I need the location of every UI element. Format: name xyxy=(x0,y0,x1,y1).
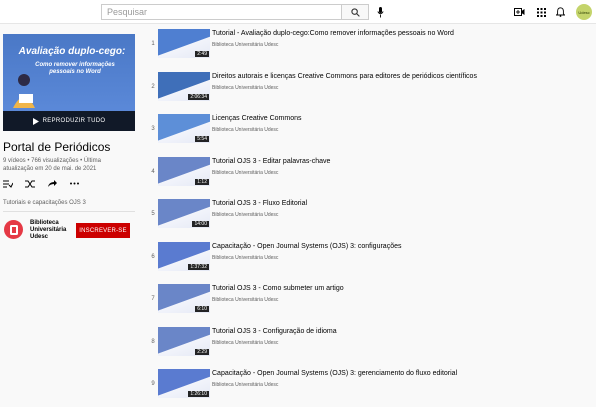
more-options-button[interactable] xyxy=(69,179,79,188)
shuffle-button[interactable] xyxy=(25,179,35,188)
video-duration: 1:37:32 xyxy=(188,263,209,270)
video-row[interactable]: 9 1:26:10 Capacitação - Open Journal Syste… xyxy=(145,365,596,407)
video-title[interactable]: Direitos autorais e licenças Creative Co… xyxy=(212,73,477,80)
video-index: 8 xyxy=(151,338,155,345)
video-title[interactable]: Capacitação - Open Journal Systems (OJS)… xyxy=(212,243,401,250)
video-index: 3 xyxy=(151,126,155,132)
search-icon xyxy=(350,7,360,17)
video-index: 9 xyxy=(151,381,155,387)
bell-icon xyxy=(555,7,565,17)
avatar-text: Udesc xyxy=(578,9,590,15)
video-row[interactable]: 7 6:10 Tutorial OJS 3 - Como submeter um a… xyxy=(145,280,596,322)
video-duration: 2:29 xyxy=(195,348,209,355)
video-thumbnail[interactable]: 1:12 xyxy=(158,156,210,186)
video-row[interactable]: 1 2:49 Tutorial - Avaliação duplo-cego:Com… xyxy=(145,25,596,67)
video-duration: 2:06:34 xyxy=(188,93,209,100)
search-box xyxy=(101,4,369,20)
share-icon xyxy=(47,179,57,187)
shuffle-icon xyxy=(25,180,35,187)
video-thumbnail[interactable]: 6:10 xyxy=(158,284,210,313)
notifications-button[interactable] xyxy=(554,6,566,18)
video-thumbnail[interactable]: 1:26:10 xyxy=(158,369,210,398)
video-duration: 2:49 xyxy=(195,51,209,57)
video-camera-icon xyxy=(513,8,524,16)
video-thumbnail[interactable]: 5:54 xyxy=(158,114,210,143)
video-index: 7 xyxy=(151,296,155,302)
playlist-description: Tutoriais e capacitações OJS 3 xyxy=(3,200,86,206)
video-thumbnail[interactable]: 2:06:34 xyxy=(158,71,210,101)
video-title[interactable]: Capacitação - Open Journal Systems (OJS)… xyxy=(212,370,457,377)
playlist-stats: 9 vídeos • 766 visualizações • Última at… xyxy=(3,158,101,172)
playlist-sidebar: Avaliação duplo-cego: Como remover infor… xyxy=(0,24,145,398)
subscribe-button[interactable]: INSCREVER-SE xyxy=(76,223,130,238)
microphone-icon xyxy=(376,6,384,17)
video-row[interactable]: 3 5:54 Licenças Creative Commons Biblioteca… xyxy=(145,110,596,152)
play-all-label: REPRODUZIR TUDO xyxy=(42,118,106,124)
playlist-actions xyxy=(3,179,79,188)
video-index: 2 xyxy=(151,83,155,90)
video-title[interactable]: Licenças Creative Commons xyxy=(212,115,301,122)
video-row[interactable]: 6 1:37:32 Capacitação - Open Journal Syste… xyxy=(145,238,596,280)
video-row[interactable]: 5 14:00 Tutorial OJS 3 - Fluxo Editorial Bi… xyxy=(145,195,596,237)
search-button[interactable] xyxy=(341,4,369,20)
voice-search-button[interactable] xyxy=(375,5,385,19)
video-channel[interactable]: Biblioteca Universitária Udesc xyxy=(212,42,278,48)
video-title[interactable]: Tutorial OJS 3 - Editar palavras-chave xyxy=(212,158,330,165)
account-avatar[interactable]: Udesc xyxy=(576,4,592,20)
video-thumbnail[interactable]: 2:29 xyxy=(158,326,210,356)
video-thumbnail[interactable]: 1:37:32 xyxy=(158,241,210,271)
video-channel[interactable]: Biblioteca Universitária Udesc xyxy=(212,85,278,91)
video-index: 6 xyxy=(151,253,155,260)
video-row[interactable]: 2 2:06:34 Direitos autorais e licenças Cre… xyxy=(145,68,596,110)
video-index: 4 xyxy=(151,168,155,175)
video-duration: 1:12 xyxy=(195,178,209,185)
library-logo-icon xyxy=(9,224,18,235)
person-illustration xyxy=(13,74,35,108)
video-title[interactable]: Tutorial OJS 3 - Como submeter um artigo xyxy=(212,285,344,292)
playlist-title: Portal de Periódicos xyxy=(3,140,111,154)
video-title[interactable]: Tutorial OJS 3 - Configuração de idioma xyxy=(212,328,337,335)
save-playlist-button[interactable] xyxy=(3,179,13,188)
play-icon xyxy=(32,117,39,125)
video-channel[interactable]: Biblioteca Universitária Udesc xyxy=(212,255,278,261)
video-duration: 14:00 xyxy=(192,221,209,227)
video-row[interactable]: 4 1:12 Tutorial OJS 3 - Editar palavras-ch… xyxy=(145,153,596,195)
video-channel[interactable]: Biblioteca Universitária Udesc xyxy=(212,170,278,176)
add-to-queue-icon xyxy=(3,180,13,188)
video-thumbnail[interactable]: 14:00 xyxy=(158,199,210,228)
video-title[interactable]: Tutorial - Avaliação duplo-cego:Como rem… xyxy=(212,30,454,37)
video-channel[interactable]: Biblioteca Universitária Udesc xyxy=(212,382,278,388)
video-channel[interactable]: Biblioteca Universitária Udesc xyxy=(212,340,278,346)
video-duration: 6:10 xyxy=(195,306,209,312)
share-button[interactable] xyxy=(47,179,57,188)
video-list: 1 2:49 Tutorial - Avaliação duplo-cego:Com… xyxy=(145,24,596,398)
playlist-cover[interactable]: Avaliação duplo-cego: Como remover infor… xyxy=(3,34,135,131)
apps-grid-icon xyxy=(536,7,546,17)
video-index: 5 xyxy=(151,211,155,217)
divider xyxy=(3,211,135,212)
cover-title: Avaliação duplo-cego: xyxy=(18,46,126,57)
video-duration: 5:54 xyxy=(195,136,209,142)
video-duration: 1:26:10 xyxy=(188,391,209,397)
top-bar: Udesc xyxy=(0,0,596,24)
channel-name[interactable]: Biblioteca Universitária Udesc xyxy=(30,220,72,241)
video-channel[interactable]: Biblioteca Universitária Udesc xyxy=(212,212,278,218)
create-video-button[interactable] xyxy=(513,6,525,18)
video-title[interactable]: Tutorial OJS 3 - Fluxo Editorial xyxy=(212,200,307,207)
video-channel[interactable]: Biblioteca Universitária Udesc xyxy=(212,127,278,133)
more-horizontal-icon xyxy=(69,182,79,185)
apps-button[interactable] xyxy=(535,6,547,18)
search-input[interactable] xyxy=(101,4,341,20)
video-channel[interactable]: Biblioteca Universitária Udesc xyxy=(212,297,278,303)
video-thumbnail[interactable]: 2:49 xyxy=(158,29,210,58)
cover-subtitle: Como remover informações pessoais no Wor… xyxy=(35,62,115,75)
channel-avatar[interactable] xyxy=(4,220,23,239)
play-all-button[interactable]: REPRODUZIR TUDO xyxy=(3,111,135,131)
video-index: 1 xyxy=(151,41,155,47)
video-row[interactable]: 8 2:29 Tutorial OJS 3 - Configuração de id… xyxy=(145,323,596,365)
